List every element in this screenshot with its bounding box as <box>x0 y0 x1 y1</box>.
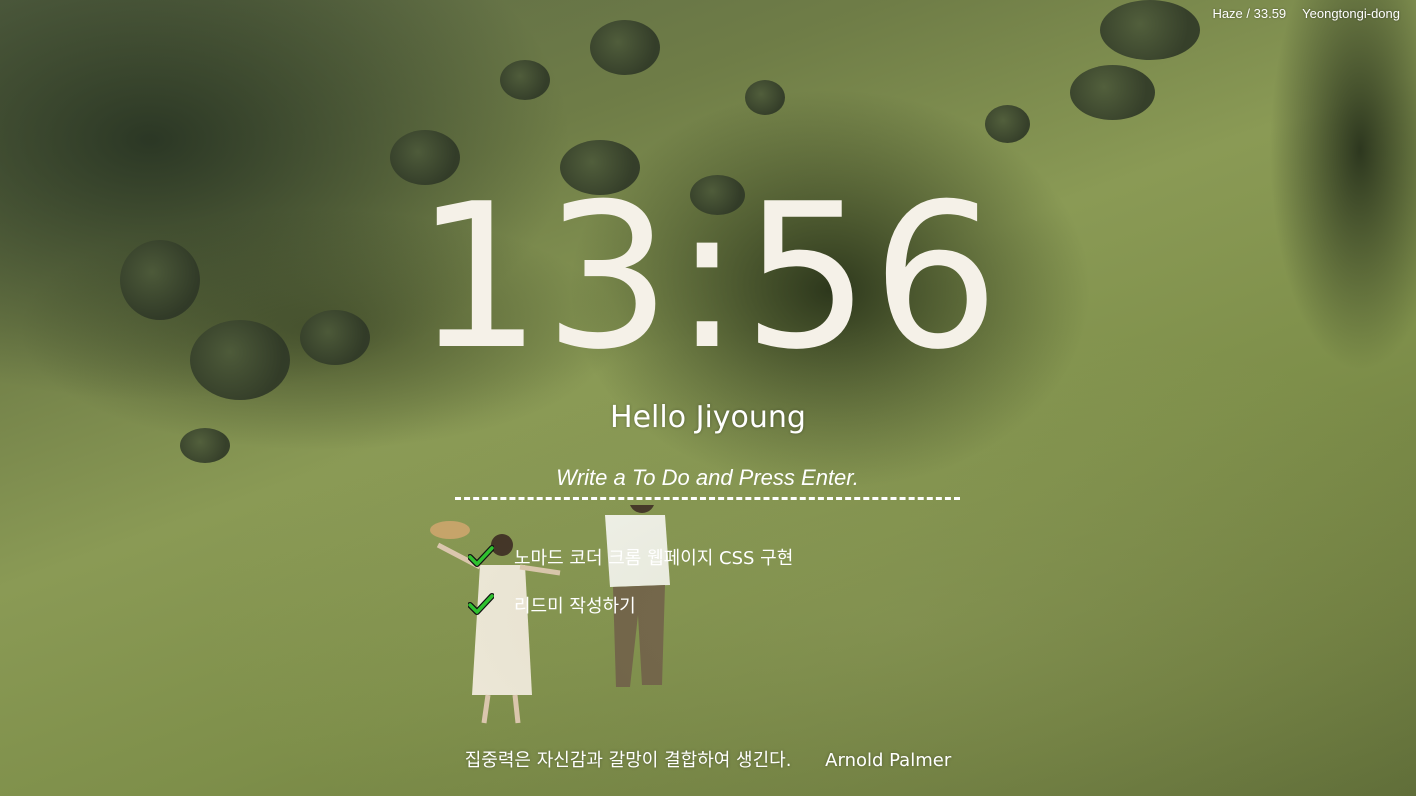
tree-decoration <box>1070 65 1155 120</box>
clock: 13:56 <box>414 161 1002 394</box>
weather-location: Yeongtongi-dong <box>1302 6 1400 21</box>
todo-item[interactable]: 노마드 코더 크롬 웹페이지 CSS 구현 <box>468 542 793 572</box>
tree-decoration <box>500 60 550 100</box>
tree-decoration <box>745 80 785 115</box>
check-icon[interactable] <box>468 544 494 570</box>
quote: 집중력은 자신감과 갈망이 결합하여 생긴다. Arnold Palmer <box>0 746 1416 772</box>
tree-decoration <box>1100 0 1200 60</box>
todo-form <box>455 463 960 500</box>
weather-widget: Haze / 33.59 Yeongtongi-dong <box>1212 6 1400 21</box>
background-image <box>0 0 1416 796</box>
quote-text: 집중력은 자신감과 갈망이 결합하여 생긴다. <box>464 750 792 771</box>
todo-item[interactable]: 리드미 작성하기 <box>468 590 793 620</box>
tree-decoration <box>590 20 660 75</box>
check-icon[interactable] <box>468 592 494 618</box>
greeting: Hello Jiyoung <box>610 400 806 435</box>
todo-item-text: 노마드 코더 크롬 웹페이지 CSS 구현 <box>514 548 794 569</box>
tree-decoration <box>985 105 1030 143</box>
todo-item-text: 리드미 작성하기 <box>514 596 636 617</box>
weather-condition-temp: Haze / 33.59 <box>1212 6 1287 21</box>
todo-list: 노마드 코더 크롬 웹페이지 CSS 구현 리드미 작성하기 <box>468 542 793 638</box>
quote-author: Arnold Palmer <box>825 750 952 771</box>
todo-input[interactable] <box>455 463 960 500</box>
